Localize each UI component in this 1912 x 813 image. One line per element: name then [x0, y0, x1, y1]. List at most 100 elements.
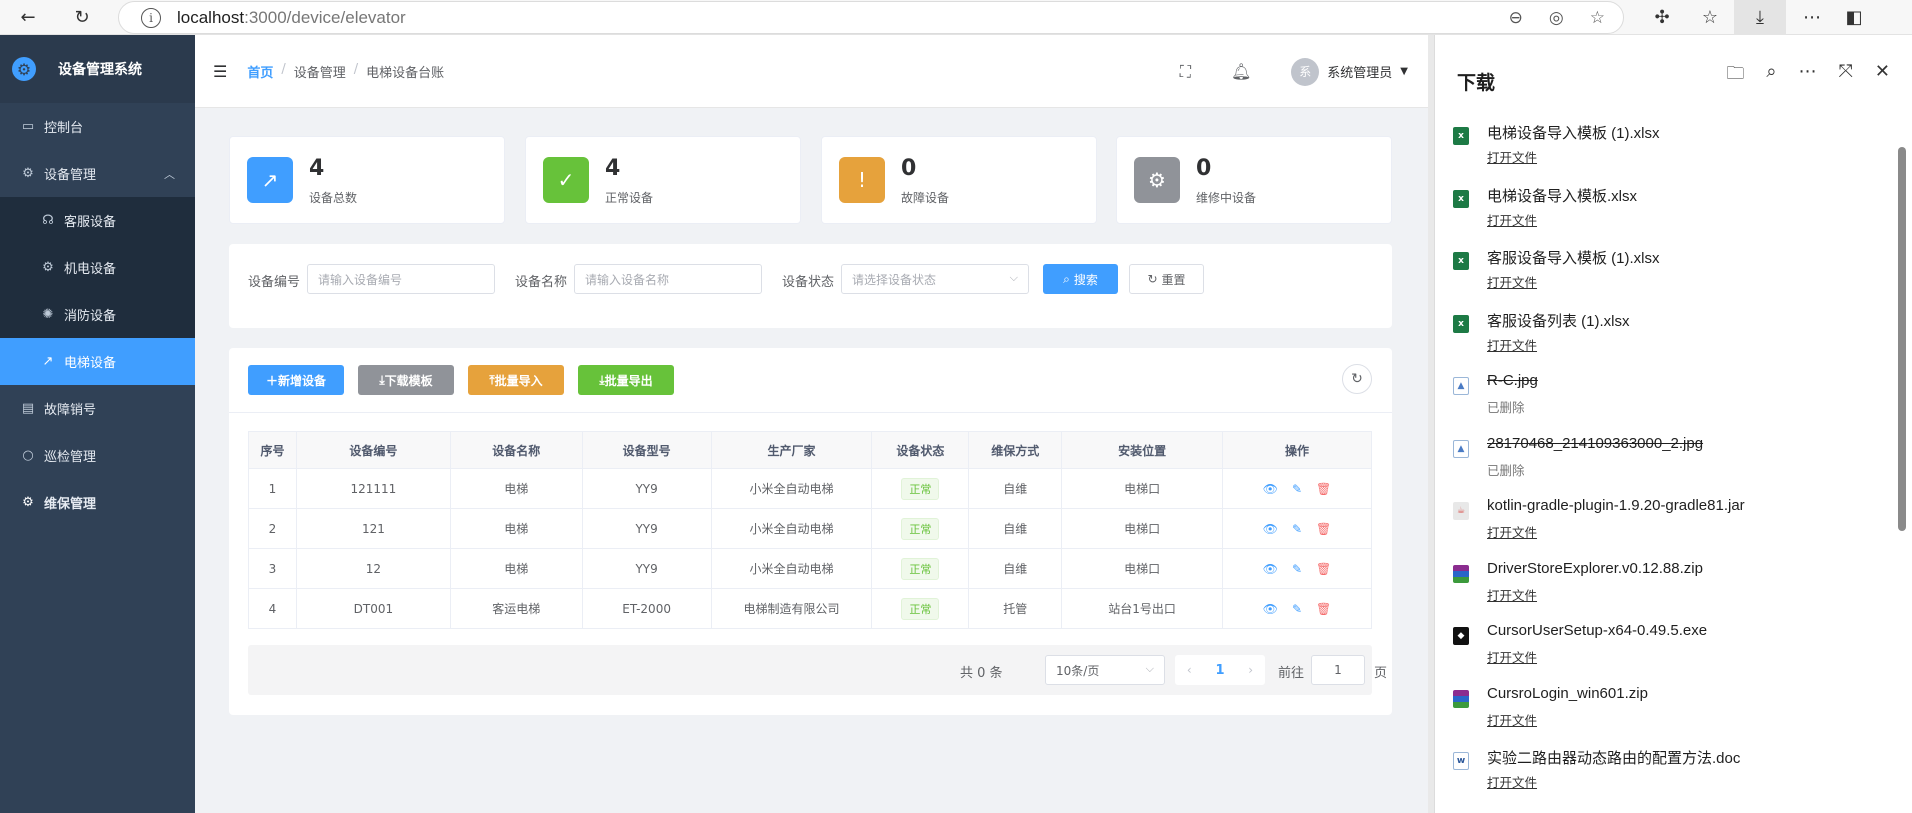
stat-card-fault: ! 0 故障设备: [821, 136, 1097, 224]
column-header: 设备状态: [871, 431, 970, 469]
reload-icon[interactable]: ↻: [68, 3, 96, 31]
download-item[interactable]: x 客服设备导入模板 (1).xlsx 打开文件: [1435, 244, 1895, 307]
edit-icon[interactable]: ✎: [1292, 602, 1302, 616]
back-icon[interactable]: ←: [14, 3, 42, 31]
cell-code: 121111: [295, 468, 451, 509]
stat-value: 0: [1196, 156, 1212, 181]
cell-model: YY9: [581, 548, 712, 589]
aperture-icon: ✺: [42, 307, 54, 322]
view-icon[interactable]: 👁︎: [1263, 602, 1278, 616]
download-item[interactable]: x 电梯设备导入模板 (1).xlsx 打开文件: [1435, 119, 1895, 182]
batch-import-button[interactable]: ⤒ 批量导入: [468, 365, 564, 395]
page-size-select[interactable]: 10条/页: [1045, 655, 1165, 685]
site-info-icon[interactable]: i: [141, 7, 161, 28]
edit-icon[interactable]: ✎: [1292, 522, 1302, 536]
delete-icon[interactable]: 🗑︎: [1316, 482, 1331, 496]
current-page[interactable]: 1: [1215, 663, 1224, 678]
sidebar-item-label: 消防设备: [64, 309, 117, 324]
view-icon[interactable]: 👁︎: [1263, 562, 1278, 576]
edge-icon[interactable]: ◎: [1549, 8, 1564, 28]
zoom-out-icon[interactable]: ⊖: [1509, 8, 1523, 28]
delete-icon[interactable]: 🗑︎: [1316, 522, 1331, 536]
open-file-link[interactable]: 打开文件: [1487, 272, 1537, 291]
sidebar-item-fire-device[interactable]: ✺ 消防设备: [0, 291, 195, 338]
stat-value: 4: [605, 156, 621, 181]
close-icon[interactable]: ✕: [1875, 61, 1890, 91]
download-item[interactable]: x 电梯设备导入模板.xlsx 打开文件: [1435, 182, 1895, 245]
delete-icon[interactable]: 🗑︎: [1316, 562, 1331, 576]
view-icon[interactable]: 👁︎: [1263, 482, 1278, 496]
sidebar-item-fault[interactable]: ▤ 故障销号: [0, 385, 195, 432]
search-button[interactable]: ⌕ 搜索: [1043, 264, 1118, 294]
open-file-link[interactable]: 打开文件: [1487, 585, 1537, 604]
document-icon: ▤: [21, 401, 35, 416]
open-file-link[interactable]: 打开文件: [1487, 647, 1537, 666]
code-input[interactable]: 请输入设备编号: [307, 264, 495, 294]
more-menu-icon[interactable]: ⋯: [1794, 0, 1830, 35]
sidebar-item-inspection[interactable]: ○ 巡检管理: [0, 432, 195, 479]
address-bar[interactable]: i localhost:3000/device/elevator ⊖ ◎ ☆: [118, 1, 1624, 34]
more-icon[interactable]: ⋯: [1799, 61, 1817, 91]
chevron-left-icon[interactable]: ‹: [1187, 663, 1192, 677]
status-select[interactable]: 请选择设备状态: [841, 264, 1029, 294]
hamburger-icon[interactable]: ☰: [213, 62, 227, 81]
download-item[interactable]: CursroLogin_win601.zip 打开文件: [1435, 682, 1895, 745]
sidebar-item-service-device[interactable]: ☊ 客服设备: [0, 197, 195, 244]
refresh-icon[interactable]: ↻: [1342, 364, 1372, 394]
sidebar-item-device-mgmt[interactable]: ⚙ 设备管理 ︿: [0, 150, 195, 197]
view-icon[interactable]: 👁︎: [1263, 522, 1278, 536]
favorites-icon[interactable]: ☆: [1692, 0, 1728, 35]
sidebar-item-label: 控制台: [44, 121, 84, 136]
sidebar-item-console[interactable]: ▭ 控制台: [0, 103, 195, 150]
open-file-link[interactable]: 打开文件: [1487, 772, 1537, 791]
extensions-icon[interactable]: ✣: [1644, 0, 1680, 35]
batch-export-button[interactable]: ⤓ 批量导出: [578, 365, 674, 395]
table-header-row: 序号 设备编号 设备名称 设备型号 生产厂家 设备状态 维保方式 安装位置 操作: [248, 431, 1372, 469]
download-item[interactable]: ◆ CursorUserSetup-x64-0.49.5.exe 打开文件: [1435, 619, 1895, 682]
sidebar-item-electromech-device[interactable]: ⚙ 机电设备: [0, 244, 195, 291]
open-file-link[interactable]: 打开文件: [1487, 210, 1537, 229]
unpin-icon[interactable]: ⤧: [1839, 61, 1853, 91]
favorite-star-icon[interactable]: ☆: [1590, 8, 1605, 28]
page-size-value: 10条/页: [1056, 663, 1100, 678]
breadcrumb-home[interactable]: 首页: [247, 62, 273, 81]
download-item[interactable]: DriverStoreExplorer.v0.12.88.zip 打开文件: [1435, 557, 1895, 620]
open-file-link[interactable]: 打开文件: [1487, 147, 1537, 166]
download-template-button[interactable]: ⤓ 下载模板: [358, 365, 454, 395]
open-file-link[interactable]: 打开文件: [1487, 710, 1537, 729]
fullscreen-icon[interactable]: ⛶: [1180, 62, 1191, 82]
sidebar-item-maintenance[interactable]: ⚙ 维保管理: [0, 479, 195, 526]
downloads-icon[interactable]: ⤓: [1734, 0, 1786, 35]
stat-label: 设备总数: [309, 191, 358, 205]
url-text[interactable]: localhost:3000/device/elevator: [177, 8, 406, 28]
goto-input[interactable]: 1: [1311, 655, 1365, 685]
edit-icon[interactable]: ✎: [1292, 562, 1302, 576]
bell-icon[interactable]: 🔔︎: [1231, 62, 1251, 81]
url-path: :3000/device/elevator: [244, 7, 406, 27]
breadcrumb-current: 电梯设备台账: [366, 65, 445, 81]
open-file-link[interactable]: 打开文件: [1487, 522, 1537, 541]
cell-maint: 托管: [968, 588, 1063, 629]
download-item[interactable]: w 实验二路由器动态路由的配置方法.doc 打开文件: [1435, 744, 1895, 807]
sidebar-toggle-icon[interactable]: ◧: [1836, 0, 1872, 35]
open-file-link[interactable]: 打开文件: [1487, 335, 1537, 354]
sidebar: ⚙ 设备管理系统 ▭ 控制台 ⚙ 设备管理 ︿ ☊ 客服设备 ⚙ 机电设备 ✺ …: [0, 35, 195, 813]
delete-icon[interactable]: 🗑︎: [1316, 602, 1331, 616]
arrow-up-right-icon: ↗: [42, 354, 54, 369]
cell-location: 电梯口: [1061, 508, 1224, 549]
download-item[interactable]: ☕︎ kotlin-gradle-plugin-1.9.20-gradle81.…: [1435, 494, 1895, 557]
add-device-button[interactable]: ＋新增设备: [248, 365, 344, 395]
search-icon[interactable]: ⌕: [1766, 61, 1776, 91]
cell-code: 121: [295, 508, 451, 549]
user-menu[interactable]: 系 系统管理员 ▼: [1291, 57, 1408, 86]
reset-button[interactable]: ↻ 重置: [1129, 264, 1204, 294]
download-item[interactable]: x 客服设备列表 (1).xlsx 打开文件: [1435, 307, 1895, 370]
edit-icon[interactable]: ✎: [1292, 482, 1302, 496]
scrollbar[interactable]: [1898, 147, 1906, 531]
sidebar-item-elevator-device[interactable]: ↗ 电梯设备: [0, 338, 195, 385]
status-badge: 正常: [901, 477, 940, 500]
chevron-right-icon[interactable]: ›: [1248, 663, 1253, 677]
cell-name: 客运电梯: [449, 588, 583, 629]
name-input[interactable]: 请输入设备名称: [574, 264, 762, 294]
folder-icon[interactable]: 🗀︎: [1726, 61, 1744, 91]
